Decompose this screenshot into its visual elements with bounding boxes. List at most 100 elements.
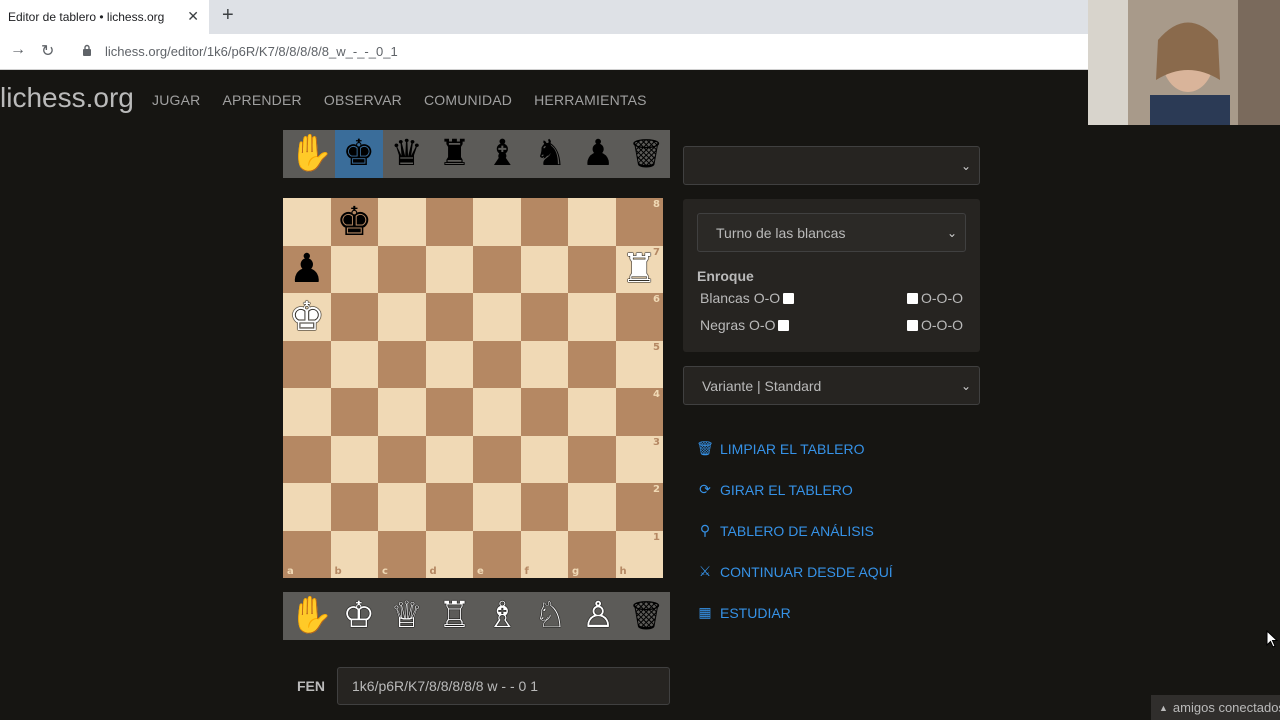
square-g3[interactable] (568, 435, 616, 483)
white-long-castle[interactable]: O-O-O (907, 290, 963, 306)
square-f5[interactable] (520, 340, 568, 388)
new-tab-icon[interactable]: + (222, 4, 234, 27)
square-b5[interactable] (330, 340, 378, 388)
square-h5[interactable]: 5 (615, 340, 663, 388)
square-e4[interactable] (473, 388, 521, 436)
white-king-piece[interactable]: ♚ (289, 297, 325, 337)
white-bishop-spare[interactable]: ♗ (479, 592, 527, 640)
square-d5[interactable] (425, 340, 473, 388)
square-g6[interactable] (568, 293, 616, 341)
square-g5[interactable] (568, 340, 616, 388)
square-f3[interactable] (520, 435, 568, 483)
square-d7[interactable] (425, 245, 473, 293)
square-f6[interactable] (520, 293, 568, 341)
variant-select[interactable]: Variante | Standard ⌄ (683, 366, 980, 405)
study-action[interactable]: ▦ ESTUDIAR (697, 592, 893, 633)
trash-icon[interactable]: 🗑 (622, 592, 670, 640)
fen-input[interactable]: 1k6/p6R/K7/8/8/8/8/8 w - - 0 1 (337, 667, 670, 705)
site-logo[interactable]: lichess.org (0, 82, 134, 114)
trash-icon[interactable]: 🗑 (622, 130, 670, 178)
clear-board-action[interactable]: 🗑 LIMPIAR EL TABLERO (696, 428, 893, 469)
pointer-hand-icon[interactable]: ✋ (287, 130, 335, 178)
black-long-castle-checkbox[interactable] (907, 319, 918, 331)
square-a6[interactable]: ♚ (283, 293, 331, 341)
flip-board-action[interactable]: ⟳ GIRAR EL TABLERO (697, 469, 893, 510)
square-h2[interactable]: 2 (615, 483, 663, 531)
pointer-hand-icon[interactable]: ✋ (287, 592, 335, 640)
square-e7[interactable] (473, 245, 521, 293)
square-f4[interactable] (520, 388, 568, 436)
square-d8[interactable] (425, 198, 473, 246)
square-e6[interactable] (473, 293, 521, 341)
black-king-piece[interactable]: ♚ (336, 202, 372, 242)
square-c8[interactable] (378, 198, 426, 246)
white-king-spare[interactable]: ♔ (335, 592, 383, 640)
square-g1[interactable]: g (568, 530, 616, 578)
square-d3[interactable] (425, 435, 473, 483)
square-e8[interactable] (473, 198, 521, 246)
black-pawn-piece[interactable]: ♟ (289, 249, 325, 289)
forward-icon[interactable]: → (10, 41, 26, 59)
square-a8[interactable] (283, 198, 331, 246)
black-pawn-spare[interactable]: ♟ (574, 130, 622, 178)
square-a7[interactable]: ♟ (283, 245, 331, 293)
nav-learn[interactable]: APRENDER (222, 92, 301, 108)
square-b7[interactable] (330, 245, 378, 293)
square-g8[interactable] (568, 198, 616, 246)
square-b6[interactable] (330, 293, 378, 341)
square-b3[interactable] (330, 435, 378, 483)
black-short-castle[interactable]: Negras O-O (700, 317, 790, 333)
square-e2[interactable] (473, 483, 521, 531)
square-c4[interactable] (378, 388, 426, 436)
square-f7[interactable] (520, 245, 568, 293)
square-c5[interactable] (378, 340, 426, 388)
square-h6[interactable]: 6 (615, 293, 663, 341)
square-c6[interactable] (378, 293, 426, 341)
square-h1[interactable]: 1h (615, 530, 663, 578)
black-bishop-spare[interactable]: ♝ (479, 130, 527, 178)
square-f1[interactable]: f (520, 530, 568, 578)
position-select[interactable]: ⌄ (683, 146, 980, 185)
square-a3[interactable] (283, 435, 331, 483)
square-d6[interactable] (425, 293, 473, 341)
white-short-castle-checkbox[interactable] (783, 292, 795, 304)
square-a1[interactable]: a (283, 530, 331, 578)
square-c2[interactable] (378, 483, 426, 531)
white-rook-piece[interactable]: ♜ (621, 249, 657, 289)
square-g7[interactable] (568, 245, 616, 293)
nav-tools[interactable]: HERRAMIENTAS (534, 92, 647, 108)
square-d4[interactable] (425, 388, 473, 436)
black-rook-spare[interactable]: ♜ (431, 130, 479, 178)
square-h7[interactable]: ♜ 7 (615, 245, 663, 293)
square-f2[interactable] (520, 483, 568, 531)
square-e3[interactable] (473, 435, 521, 483)
analysis-board-action[interactable]: ⚲ TABLERO DE ANÁLISIS (697, 510, 893, 551)
square-b2[interactable] (330, 483, 378, 531)
square-b1[interactable]: b (330, 530, 378, 578)
white-queen-spare[interactable]: ♕ (383, 592, 431, 640)
square-a4[interactable] (283, 388, 331, 436)
white-long-castle-checkbox[interactable] (907, 292, 918, 304)
square-b4[interactable] (330, 388, 378, 436)
black-knight-spare[interactable]: ♞ (526, 130, 574, 178)
square-c1[interactable]: c (378, 530, 426, 578)
white-rook-spare[interactable]: ♖ (431, 592, 479, 640)
nav-watch[interactable]: OBSERVAR (324, 92, 402, 108)
square-g2[interactable] (568, 483, 616, 531)
square-d2[interactable] (425, 483, 473, 531)
black-king-spare[interactable]: ♚ (334, 130, 383, 178)
square-c3[interactable] (378, 435, 426, 483)
turn-select[interactable]: Turno de las blancas ⌄ (697, 213, 966, 252)
friends-online-bar[interactable]: ▲ amigos conectados (1151, 695, 1280, 720)
square-d1[interactable]: d (425, 530, 473, 578)
url-text[interactable]: lichess.org/editor/1k6/p6R/K7/8/8/8/8/8_… (105, 44, 398, 59)
reload-icon[interactable]: ↻ (41, 41, 54, 61)
black-short-castle-checkbox[interactable] (778, 319, 790, 331)
square-f8[interactable] (520, 198, 568, 246)
white-short-castle[interactable]: Blancas O-O (700, 290, 795, 306)
white-knight-spare[interactable]: ♘ (526, 592, 574, 640)
square-h3[interactable]: 3 (615, 435, 663, 483)
square-a5[interactable] (283, 340, 331, 388)
square-e1[interactable]: e (473, 530, 521, 578)
tab-close-icon[interactable]: ✕ (187, 8, 199, 25)
